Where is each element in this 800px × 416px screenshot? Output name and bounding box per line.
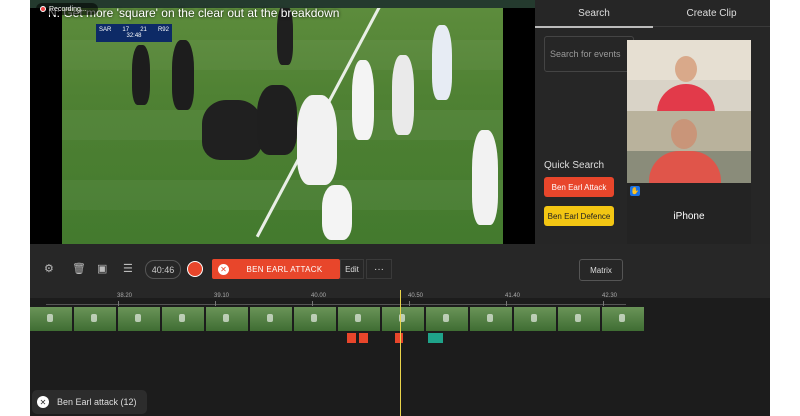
scorebug: SAR 17 21 R92 32:48 xyxy=(96,24,172,42)
timeline-thumbnail xyxy=(206,307,248,331)
timeline-tick: 41.40 xyxy=(505,293,521,299)
timeline-thumbnail xyxy=(514,307,556,331)
event-marker[interactable] xyxy=(347,333,356,343)
timeline-tick: 40.50 xyxy=(408,293,424,299)
participant-name-label: iPhone xyxy=(673,211,705,222)
filter-chip[interactable]: ✕ Ben Earl attack (12) xyxy=(32,390,147,414)
timeline-tick: 40.00 xyxy=(311,293,327,299)
event-marker[interactable] xyxy=(428,333,443,343)
quick-search-ben-earl-defence-button[interactable]: Ben Earl Defence xyxy=(544,206,614,226)
video-player[interactable]: N: Get more 'square' on the clear out at… xyxy=(30,0,535,244)
timeline-thumbnail xyxy=(118,307,160,331)
current-time: 40:46 xyxy=(145,260,181,279)
scorebug-clock: 32:48 xyxy=(126,33,142,39)
quick-search-label: Quick Search xyxy=(544,160,605,171)
video-letterbox-right xyxy=(503,0,535,244)
close-icon[interactable]: ✕ xyxy=(37,396,49,408)
search-input[interactable]: Search for events xyxy=(544,36,634,72)
playhead[interactable] xyxy=(400,290,401,416)
matrix-button[interactable]: Matrix xyxy=(579,259,623,281)
quick-search-ben-earl-attack-button[interactable]: Ben Earl Attack xyxy=(544,177,614,197)
left-margin xyxy=(0,0,30,416)
event-marker[interactable] xyxy=(395,333,403,343)
timeline-thumbnail xyxy=(30,307,72,331)
timeline-ruler xyxy=(46,304,626,305)
timeline-thumbnail xyxy=(602,307,644,331)
active-tag-label: BEN EARL ATTACK xyxy=(246,264,323,274)
timeline-tick: 38.20 xyxy=(117,293,133,299)
timeline-thumbnail xyxy=(426,307,468,331)
gear-icon[interactable]: ⚙ xyxy=(44,262,54,275)
close-icon[interactable]: ✕ xyxy=(218,263,229,275)
participant-video-1[interactable] xyxy=(627,40,751,111)
raise-hand-icon: ✋ xyxy=(630,186,640,196)
timeline-tick: 39.10 xyxy=(214,293,230,299)
tab-create-clip[interactable]: Create Clip xyxy=(653,0,770,27)
record-dot-icon xyxy=(40,6,46,12)
timeline-thumbnail xyxy=(294,307,336,331)
timeline-thumbnail xyxy=(250,307,292,331)
participant-video-2[interactable] xyxy=(627,111,751,183)
timeline-tick: 42.30 xyxy=(602,293,618,299)
timeline-thumbnail xyxy=(162,307,204,331)
timeline-thumbnail xyxy=(382,307,424,331)
recording-indicator: Recording... xyxy=(36,3,98,15)
timeline-thumbnail xyxy=(338,307,380,331)
timeline-thumbnail xyxy=(74,307,116,331)
timeline-thumbnail xyxy=(558,307,600,331)
save-icon[interactable]: ▣ xyxy=(97,262,107,275)
timeline-thumbnail xyxy=(470,307,512,331)
edit-button[interactable]: Edit xyxy=(340,259,364,279)
active-tag-button[interactable]: ✕ BEN EARL ATTACK xyxy=(212,259,340,279)
record-button[interactable] xyxy=(187,261,203,277)
tab-search[interactable]: Search xyxy=(535,0,653,28)
more-options-button[interactable]: ··· xyxy=(366,259,392,279)
video-letterbox-left xyxy=(30,0,62,244)
trash-icon[interactable]: 🗑 xyxy=(72,262,86,275)
right-margin xyxy=(770,0,800,416)
recording-label: Recording... xyxy=(49,5,87,13)
event-marker[interactable] xyxy=(359,333,368,343)
filter-chip-label: Ben Earl attack (12) xyxy=(57,397,137,407)
playlist-icon[interactable]: ☰ xyxy=(123,262,133,275)
